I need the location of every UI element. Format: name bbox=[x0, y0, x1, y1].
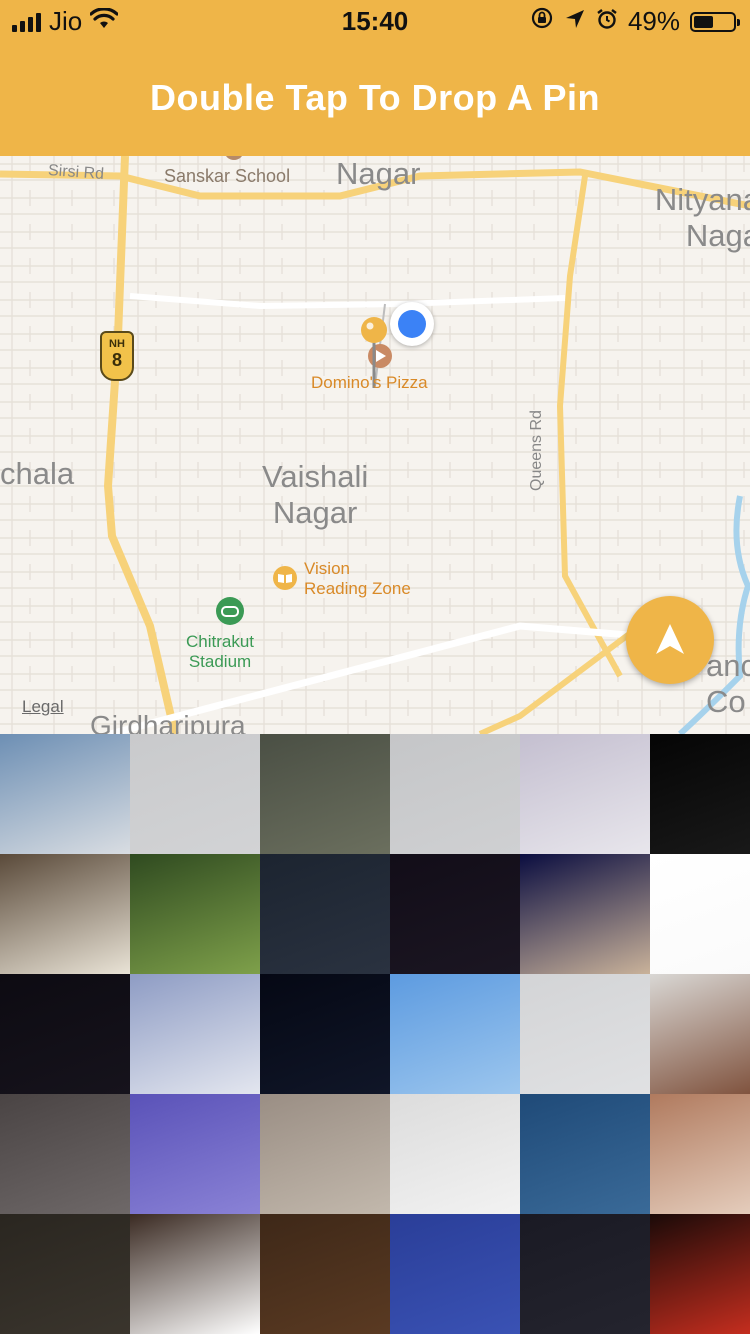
photo-blue-wires[interactable] bbox=[520, 1094, 650, 1214]
stadium-marker-icon bbox=[216, 597, 244, 625]
poi-label-sanskar-school[interactable]: Sanskar School bbox=[164, 166, 290, 187]
battery-level-fill bbox=[694, 15, 713, 28]
nh8-shield-icon: NH 8 bbox=[100, 331, 134, 381]
book-marker-icon bbox=[273, 566, 297, 590]
area-label-girdharipura: Girdharipura bbox=[90, 710, 246, 734]
road-label-sirsi: Sirsi Rd bbox=[47, 162, 105, 183]
nh-number: 8 bbox=[111, 350, 122, 370]
photo-red-lights[interactable] bbox=[650, 1214, 750, 1334]
area-label-chala: chala bbox=[0, 456, 75, 491]
road-label-queens: Queens Rd bbox=[528, 410, 545, 491]
poi-label-dominos[interactable]: Domino's Pizza bbox=[311, 373, 428, 393]
photo-light-grey[interactable] bbox=[390, 734, 520, 854]
poi-label-vision-reading-zone[interactable]: Vision Reading Zone bbox=[304, 559, 411, 599]
area-label-nityanand: Nityana Naga bbox=[654, 182, 750, 253]
photo-carved-ceiling[interactable] bbox=[650, 1094, 750, 1214]
photo-dark-green[interactable] bbox=[260, 734, 390, 854]
photo-night-tree[interactable] bbox=[650, 734, 750, 854]
title-bar: Double Tap To Drop A Pin bbox=[0, 40, 750, 156]
photo-ceiling[interactable] bbox=[0, 1094, 130, 1214]
battery-icon bbox=[690, 11, 740, 32]
photo-brown[interactable] bbox=[260, 1214, 390, 1334]
photo-violet[interactable] bbox=[130, 1094, 260, 1214]
user-location-icon bbox=[390, 302, 434, 346]
photo-blue-sky[interactable] bbox=[390, 974, 520, 1094]
battery-percent: 49% bbox=[627, 6, 680, 36]
photo-grid bbox=[0, 734, 750, 1334]
page-title: Double Tap To Drop A Pin bbox=[150, 77, 600, 118]
photo-building-sky[interactable] bbox=[0, 734, 130, 854]
photo-balcony[interactable] bbox=[650, 974, 750, 1094]
photo-blue-blur[interactable] bbox=[520, 854, 650, 974]
navigation-arrow-icon bbox=[656, 624, 684, 654]
status-bar: Jio 15:40 49% bbox=[0, 0, 750, 40]
alarm-icon bbox=[596, 6, 618, 37]
photo-deep-blue[interactable] bbox=[390, 1214, 520, 1334]
photo-leaf[interactable] bbox=[130, 854, 260, 974]
photo-grey-wall[interactable] bbox=[130, 734, 260, 854]
photo-dark-brown[interactable] bbox=[0, 1214, 130, 1334]
photo-marble[interactable] bbox=[260, 1094, 390, 1214]
photo-carving[interactable] bbox=[130, 1214, 260, 1334]
photo-black[interactable] bbox=[0, 974, 130, 1094]
orientation-lock-icon bbox=[530, 6, 554, 37]
legal-link[interactable]: Legal bbox=[22, 697, 64, 717]
location-arrow-icon bbox=[564, 6, 586, 37]
photo-pale-sky[interactable] bbox=[520, 974, 650, 1094]
photo-clouds[interactable] bbox=[130, 974, 260, 1094]
recenter-location-button[interactable] bbox=[626, 596, 714, 684]
photo-dark-slate[interactable] bbox=[520, 1214, 650, 1334]
school-marker-icon bbox=[226, 156, 242, 160]
map-view[interactable]: Sirsi Rd Sanskar School Nagar Nityana Na… bbox=[0, 156, 750, 734]
photo-dark-purple[interactable] bbox=[390, 854, 520, 974]
nh-label: NH bbox=[109, 338, 125, 350]
photo-mesh[interactable] bbox=[0, 854, 130, 974]
photo-dark-navy[interactable] bbox=[260, 854, 390, 974]
area-label-vaishali-nagar: Vaishali Nagar bbox=[262, 459, 369, 530]
photo-light-wall[interactable] bbox=[390, 1094, 520, 1214]
photo-night-sky[interactable] bbox=[260, 974, 390, 1094]
area-label-anc: anc Co bbox=[706, 648, 750, 719]
poi-label-chitrakut-stadium[interactable]: Chitrakut Stadium bbox=[186, 632, 254, 672]
photo-white[interactable] bbox=[650, 854, 750, 974]
photo-fabric[interactable] bbox=[520, 734, 650, 854]
area-label-nagar: Nagar bbox=[336, 156, 421, 191]
